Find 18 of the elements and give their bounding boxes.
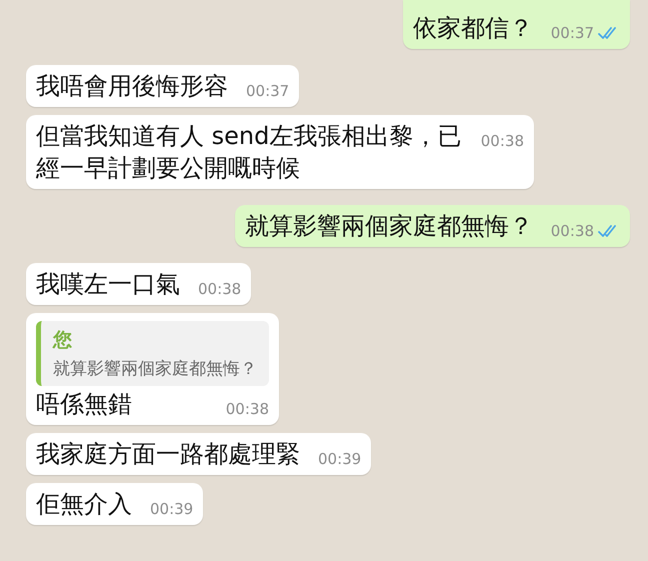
message-text: 唔係無錯 — [36, 390, 132, 418]
message-time: 00:38 — [550, 222, 594, 240]
message-time: 00:38 — [480, 132, 524, 150]
message-time: 00:37 — [550, 24, 594, 42]
message-time: 00:39 — [318, 450, 362, 468]
message-text: 但當我知道有人 send左我張相出黎，已經一早計劃要公開嘅時候 — [36, 122, 462, 182]
message-text: 我唔會用後悔形容 — [36, 72, 228, 100]
message-text: 依家都信？ — [412, 14, 533, 42]
quote-author: 您 — [53, 328, 73, 353]
message-text: 我嘆左一口氣 — [36, 270, 180, 298]
message-time: 00:38 — [226, 400, 269, 418]
message-time: 00:38 — [198, 280, 242, 298]
message-text: 佢無介入 — [36, 490, 132, 518]
message-text: 就算影響兩個家庭都無悔？ — [244, 212, 533, 240]
message-time: 00:39 — [150, 500, 194, 518]
quote-text: 就算影響兩個家庭都無悔？ — [53, 358, 257, 380]
message-text: 我家庭方面一路都處理緊 — [36, 440, 300, 468]
message-time: 00:37 — [246, 82, 290, 100]
